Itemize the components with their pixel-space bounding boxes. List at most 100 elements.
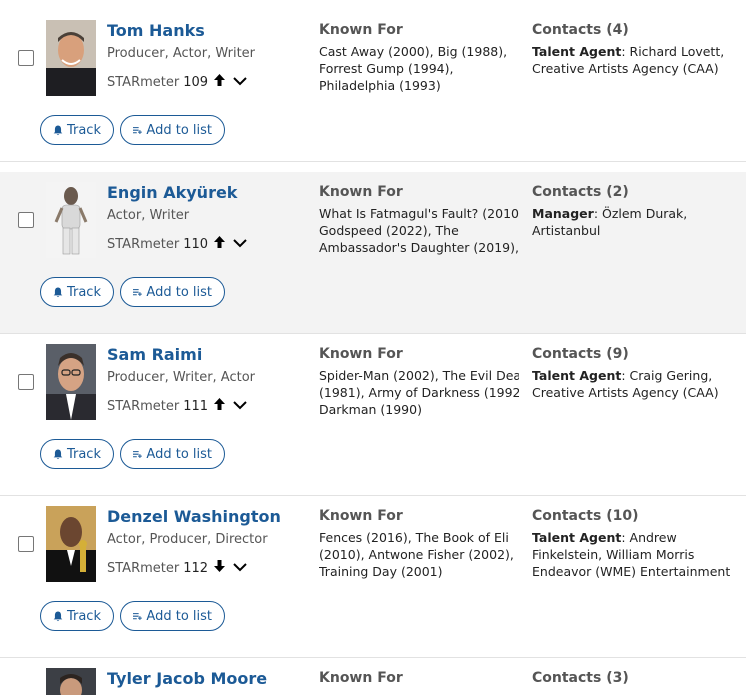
starmeter-label: STARmeter [107, 236, 180, 252]
person-professions: Producer, Writer, Actor [107, 370, 256, 385]
known-for-line[interactable]: Training Day (2001) [319, 563, 519, 580]
person-professions: Producer, Actor, Writer [107, 46, 256, 61]
select-checkbox[interactable] [18, 374, 34, 390]
track-button[interactable]: Track [40, 439, 114, 469]
starmeter-label: STARmeter [107, 560, 180, 576]
add-to-list-button[interactable]: Add to list [120, 115, 225, 145]
contact-role: Talent Agent [532, 368, 622, 383]
add-to-list-label: Add to list [146, 446, 212, 462]
person-photo[interactable] [46, 344, 96, 420]
known-for-line[interactable]: Philadelphia (1993) [319, 77, 519, 94]
person-row: Sam Raimi Producer, Writer, Actor STARme… [0, 334, 746, 496]
starmeter-rank: 112 [183, 560, 209, 576]
known-for-line[interactable]: (1981), Army of Darkness (1992), [319, 384, 519, 401]
person-photo[interactable] [46, 20, 96, 96]
track-label: Track [66, 122, 101, 138]
starmeter: STARmeter 110 [107, 236, 247, 252]
add-to-list-label: Add to list [146, 122, 212, 138]
contact-line: : Craig Gering, [621, 368, 713, 383]
known-for-list: Cast Away (2000), Big (1988), Forrest Gu… [319, 43, 519, 94]
person-photo[interactable] [46, 506, 96, 582]
known-for-list: Fences (2016), The Book of Eli (2010), A… [319, 529, 519, 580]
contact-line: Creative Artists Agency (CAA) [532, 61, 719, 76]
person-name-link[interactable]: Tyler Jacob Moore [107, 669, 267, 688]
contact-line: Creative Artists Agency (CAA) [532, 385, 719, 400]
add-list-icon [133, 126, 142, 134]
known-for-line[interactable]: Cast Away (2000), Big (1988), [319, 43, 519, 60]
known-for-line[interactable]: (2010), Antwone Fisher (2002), [319, 546, 519, 563]
starmeter-rank: 111 [183, 398, 209, 414]
arrow-up-icon [214, 398, 226, 414]
contact-role: Talent Agent [532, 44, 622, 59]
contact-role: Manager [532, 206, 594, 221]
known-for-header: Known For [319, 184, 403, 200]
known-for-line[interactable]: Fences (2016), The Book of Eli [319, 529, 519, 546]
known-for-header: Known For [319, 670, 403, 686]
contact-line: Endeavor (WME) Entertainment [532, 564, 731, 579]
select-checkbox[interactable] [18, 536, 34, 552]
add-list-icon [133, 612, 142, 620]
chevron-down-icon[interactable] [233, 399, 247, 414]
arrow-down-icon [214, 560, 226, 576]
starmeter-rank: 110 [183, 236, 209, 252]
bell-icon [53, 611, 63, 621]
contacts-header: Contacts (10) [532, 508, 639, 524]
known-for-list: What Is Fatmagul's Fault? (2010), Godspe… [319, 205, 519, 256]
arrow-up-icon [214, 236, 226, 252]
contacts-header: Contacts (4) [532, 22, 629, 38]
chevron-down-icon[interactable] [233, 237, 247, 252]
add-to-list-label: Add to list [146, 284, 212, 300]
chevron-down-icon[interactable] [233, 561, 247, 576]
add-to-list-button[interactable]: Add to list [120, 277, 225, 307]
person-photo[interactable] [46, 668, 96, 695]
contact-role: Talent Agent [532, 530, 622, 545]
known-for-line[interactable]: What Is Fatmagul's Fault? (2010), [319, 205, 519, 222]
track-button[interactable]: Track [40, 115, 114, 145]
track-label: Track [66, 446, 101, 462]
track-button[interactable]: Track [40, 277, 114, 307]
contact-details: Talent Agent: Richard Lovett, Creative A… [532, 43, 738, 77]
bell-icon [53, 449, 63, 459]
person-name-link[interactable]: Sam Raimi [107, 345, 202, 364]
known-for-line[interactable]: Godspeed (2022), The [319, 222, 519, 239]
select-checkbox[interactable] [18, 212, 34, 228]
person-name-link[interactable]: Denzel Washington [107, 507, 281, 526]
contacts-header: Contacts (2) [532, 184, 629, 200]
known-for-line[interactable]: Spider-Man (2002), The Evil Dead [319, 367, 519, 384]
starmeter-label: STARmeter [107, 74, 180, 90]
contacts-header: Contacts (3) [532, 670, 629, 686]
person-name-link[interactable]: Tom Hanks [107, 21, 205, 40]
person-row: Denzel Washington Actor, Producer, Direc… [0, 496, 746, 658]
contact-line: : Richard Lovett, [621, 44, 725, 59]
add-list-icon [133, 450, 142, 458]
person-row: Engin Akyürek Actor, Writer STARmeter 11… [0, 172, 746, 334]
contact-line: Finkelstein, William Morris [532, 547, 695, 562]
people-list: Tom Hanks Producer, Actor, Writer STARme… [0, 0, 746, 695]
known-for-line[interactable]: Darkman (1990) [319, 401, 519, 418]
contact-line: : Andrew [621, 530, 677, 545]
arrow-up-icon [214, 74, 226, 90]
known-for-list: Spider-Man (2002), The Evil Dead (1981),… [319, 367, 519, 418]
add-to-list-label: Add to list [146, 608, 212, 624]
track-label: Track [66, 284, 101, 300]
starmeter: STARmeter 112 [107, 560, 247, 576]
person-photo[interactable] [46, 182, 96, 258]
bell-icon [53, 287, 63, 297]
add-to-list-button[interactable]: Add to list [120, 439, 225, 469]
known-for-header: Known For [319, 346, 403, 362]
contact-details: Manager: Özlem Durak, Artistanbul [532, 205, 738, 239]
known-for-header: Known For [319, 508, 403, 524]
add-to-list-button[interactable]: Add to list [120, 601, 225, 631]
person-professions: Actor, Producer, Director [107, 532, 268, 547]
add-list-icon [133, 288, 142, 296]
starmeter-label: STARmeter [107, 398, 180, 414]
starmeter: STARmeter 109 [107, 74, 247, 90]
contacts-header: Contacts (9) [532, 346, 629, 362]
known-for-line[interactable]: Ambassador's Daughter (2019), Bl [319, 239, 519, 256]
track-button[interactable]: Track [40, 601, 114, 631]
chevron-down-icon[interactable] [233, 75, 247, 90]
known-for-header: Known For [319, 22, 403, 38]
known-for-line[interactable]: Forrest Gump (1994), [319, 60, 519, 77]
person-name-link[interactable]: Engin Akyürek [107, 183, 237, 202]
select-checkbox[interactable] [18, 50, 34, 66]
